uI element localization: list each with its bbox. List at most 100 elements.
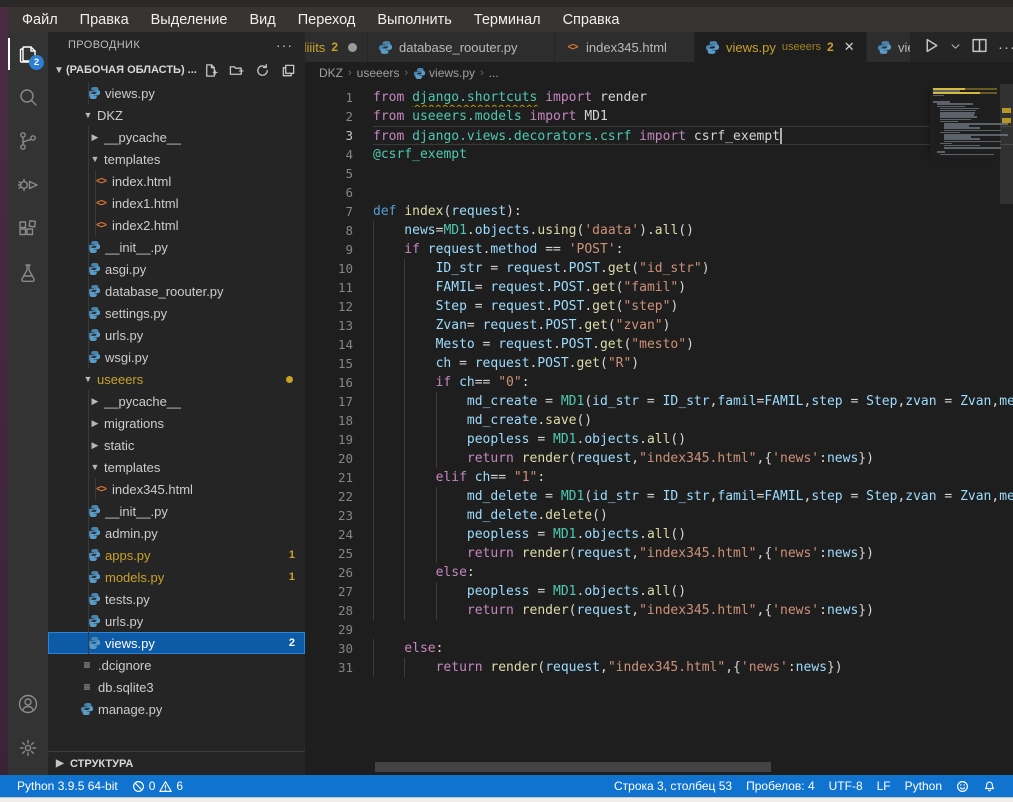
code-line-13[interactable]: 13Zvan= request.POST.get("zvan") [305,316,1013,335]
code-line-23[interactable]: 23md_delete.delete() [305,506,1013,525]
code-line-31[interactable]: 31return render(request,"index345.html",… [305,658,1013,677]
code-line-25[interactable]: 25return render(request,"index345.html",… [305,544,1013,563]
status-Python[interactable]: Python [898,779,949,793]
code-line-26[interactable]: 26else: [305,563,1013,582]
status-Строка-3-столбец-53[interactable]: Строка 3, столбец 53 [607,779,739,793]
code-line-27[interactable]: 27peopless = MD1.objects.all() [305,582,1013,601]
breadcrumb-item-...[interactable]: ... [489,66,499,80]
code-line-21[interactable]: 21elif ch== "1": [305,468,1013,487]
outline-section-header[interactable]: ▶ СТРУКТУРА [48,751,305,775]
status-Пробелов-4[interactable]: Пробелов: 4 [739,779,822,793]
tree-file-wsgi.py[interactable]: wsgi.py [48,346,305,368]
code-line-10[interactable]: 10ID_str = request.POST.get("id_str") [305,259,1013,278]
workspace-section-header[interactable]: ▼ (РАБОЧАЯ ОБЛАСТЬ) ... [48,58,305,82]
code-line-17[interactable]: 17md_create = MD1(id_str = ID_str,famil=… [305,392,1013,411]
menu-Переход[interactable]: Переход [288,10,366,30]
activity-source-control[interactable] [8,120,48,164]
breadcrumb-item-DKZ[interactable]: DKZ [319,66,343,80]
run-dropdown-icon[interactable] [950,40,961,55]
new-file-button[interactable] [201,61,219,79]
breadcrumb-item-views.py[interactable]: views.py [429,66,475,80]
tree-file-views.py[interactable]: views.py [48,82,305,104]
tree-file-__init__.py[interactable]: __init__.py [48,236,305,258]
collapse-folders-button[interactable] [279,61,297,79]
menu-Выполнить[interactable]: Выполнить [367,10,461,30]
menu-Терминал[interactable]: Терминал [464,10,551,30]
tree-file-db.sqlite3[interactable]: ≡db.sqlite3 [48,676,305,698]
more-editor-actions-button[interactable]: ··· [998,39,1013,56]
problems-status[interactable]: 06 [125,775,190,797]
code-line-16[interactable]: 16if ch== "0": [305,373,1013,392]
tree-file-settings.py[interactable]: settings.py [48,302,305,324]
activity-account[interactable] [8,683,48,727]
scrollbar-thumb[interactable] [1000,84,1013,204]
tab-views.py-3[interactable]: views.pyuseeers2✕ [695,32,867,62]
code-line-3[interactable]: 3from django.views.decorators.csrf impor… [305,126,1013,145]
run-python-file-button[interactable] [923,37,940,57]
tree-folder-__pycache__[interactable]: ▶__pycache__ [48,390,305,412]
tree-file-admin.py[interactable]: admin.py [48,522,305,544]
notifications-bell-button[interactable] [976,780,1003,793]
code-editor[interactable]: 1from django.shortcuts import render2fro… [305,84,1013,775]
tree-file-urls.py[interactable]: urls.py [48,324,305,346]
tree-file-asgi.py[interactable]: asgi.py [48,258,305,280]
code-line-8[interactable]: 8news=MD1.objects.using('daata').all() [305,221,1013,240]
tree-folder-templates[interactable]: ▼templates [48,148,305,170]
editor-scrollbar[interactable] [1000,84,1013,775]
tree-folder-__pycache__[interactable]: ▶__pycache__ [48,126,305,148]
activity-testing[interactable] [8,252,48,296]
tree-file-index345.html[interactable]: <>index345.html [48,478,305,500]
tree-file-apps.py[interactable]: apps.py1 [48,544,305,566]
feedback-button[interactable] [949,780,976,793]
menu-Справка[interactable]: Справка [553,10,630,30]
tab-views.py-4[interactable]: views.py [867,32,911,62]
menu-Вид[interactable]: Вид [239,10,285,30]
code-line-22[interactable]: 22md_delete = MD1(id_str = ID_str,famil=… [305,487,1013,506]
tree-file-index1.html[interactable]: <>index1.html [48,192,305,214]
activity-settings[interactable] [8,727,48,771]
code-line-24[interactable]: 24peopless = MD1.objects.all() [305,525,1013,544]
code-line-2[interactable]: 2from useeers.models import MD1 [305,107,1013,126]
activity-extensions[interactable] [8,208,48,252]
activity-search[interactable] [8,76,48,120]
tree-file-tests.py[interactable]: tests.py [48,588,305,610]
tab-index345.html-2[interactable]: <>index345.html [555,32,695,62]
minimap[interactable] [930,86,1000,158]
tree-file-models.py[interactable]: models.py1 [48,566,305,588]
refresh-explorer-button[interactable] [253,61,271,79]
code-line-15[interactable]: 15ch = request.POST.get("R") [305,354,1013,373]
menu-Файл[interactable]: Файл [12,10,68,30]
tree-folder-migrations[interactable]: ▶migrations [48,412,305,434]
code-line-14[interactable]: 14Mesto = request.POST.get("mesto") [305,335,1013,354]
tree-file-.dcignore[interactable]: ≡.dcignore [48,654,305,676]
tree-file-index.html[interactable]: <>index.html [48,170,305,192]
breadcrumb-item-useeers[interactable]: useeers [357,66,400,80]
split-editor-button[interactable] [971,37,988,57]
tree-folder-static[interactable]: ▶static [48,434,305,456]
code-line-20[interactable]: 20return render(request,"index345.html",… [305,449,1013,468]
tree-file-views.py[interactable]: views.py2 [48,632,305,654]
horizontal-scrollbar-thumb[interactable] [375,762,771,772]
code-line-11[interactable]: 11FAMIL= request.POST.get("famil") [305,278,1013,297]
status-UTF-8[interactable]: UTF-8 [822,779,870,793]
more-actions-icon[interactable]: ··· [276,37,293,53]
code-line-6[interactable]: 6 [305,183,1013,202]
activity-explorer[interactable]: 2 [8,32,48,76]
tree-folder-templates[interactable]: ▼templates [48,456,305,478]
code-line-12[interactable]: 12Step = request.POST.get("step") [305,297,1013,316]
tree-file-manage.py[interactable]: manage.py [48,698,305,720]
new-folder-button[interactable] [227,61,245,79]
code-line-7[interactable]: 7def index(request): [305,202,1013,221]
code-line-1[interactable]: 1from django.shortcuts import render [305,88,1013,107]
code-line-18[interactable]: 18md_create.save() [305,411,1013,430]
activity-run-debug[interactable] [8,164,48,208]
code-line-5[interactable]: 5 [305,164,1013,183]
code-line-30[interactable]: 30else: [305,639,1013,658]
tree-file-database_roouter.py[interactable]: database_roouter.py [48,280,305,302]
tree-folder-useeers[interactable]: ▼useeers [48,368,305,390]
code-line-4[interactable]: 4@csrf_exempt [305,145,1013,164]
interpreter-status[interactable]: Python 3.9.5 64-bit [10,775,125,797]
tree-file-urls.py[interactable]: urls.py [48,610,305,632]
close-tab-icon[interactable]: ✕ [844,39,855,55]
code-line-29[interactable]: 29 [305,620,1013,639]
